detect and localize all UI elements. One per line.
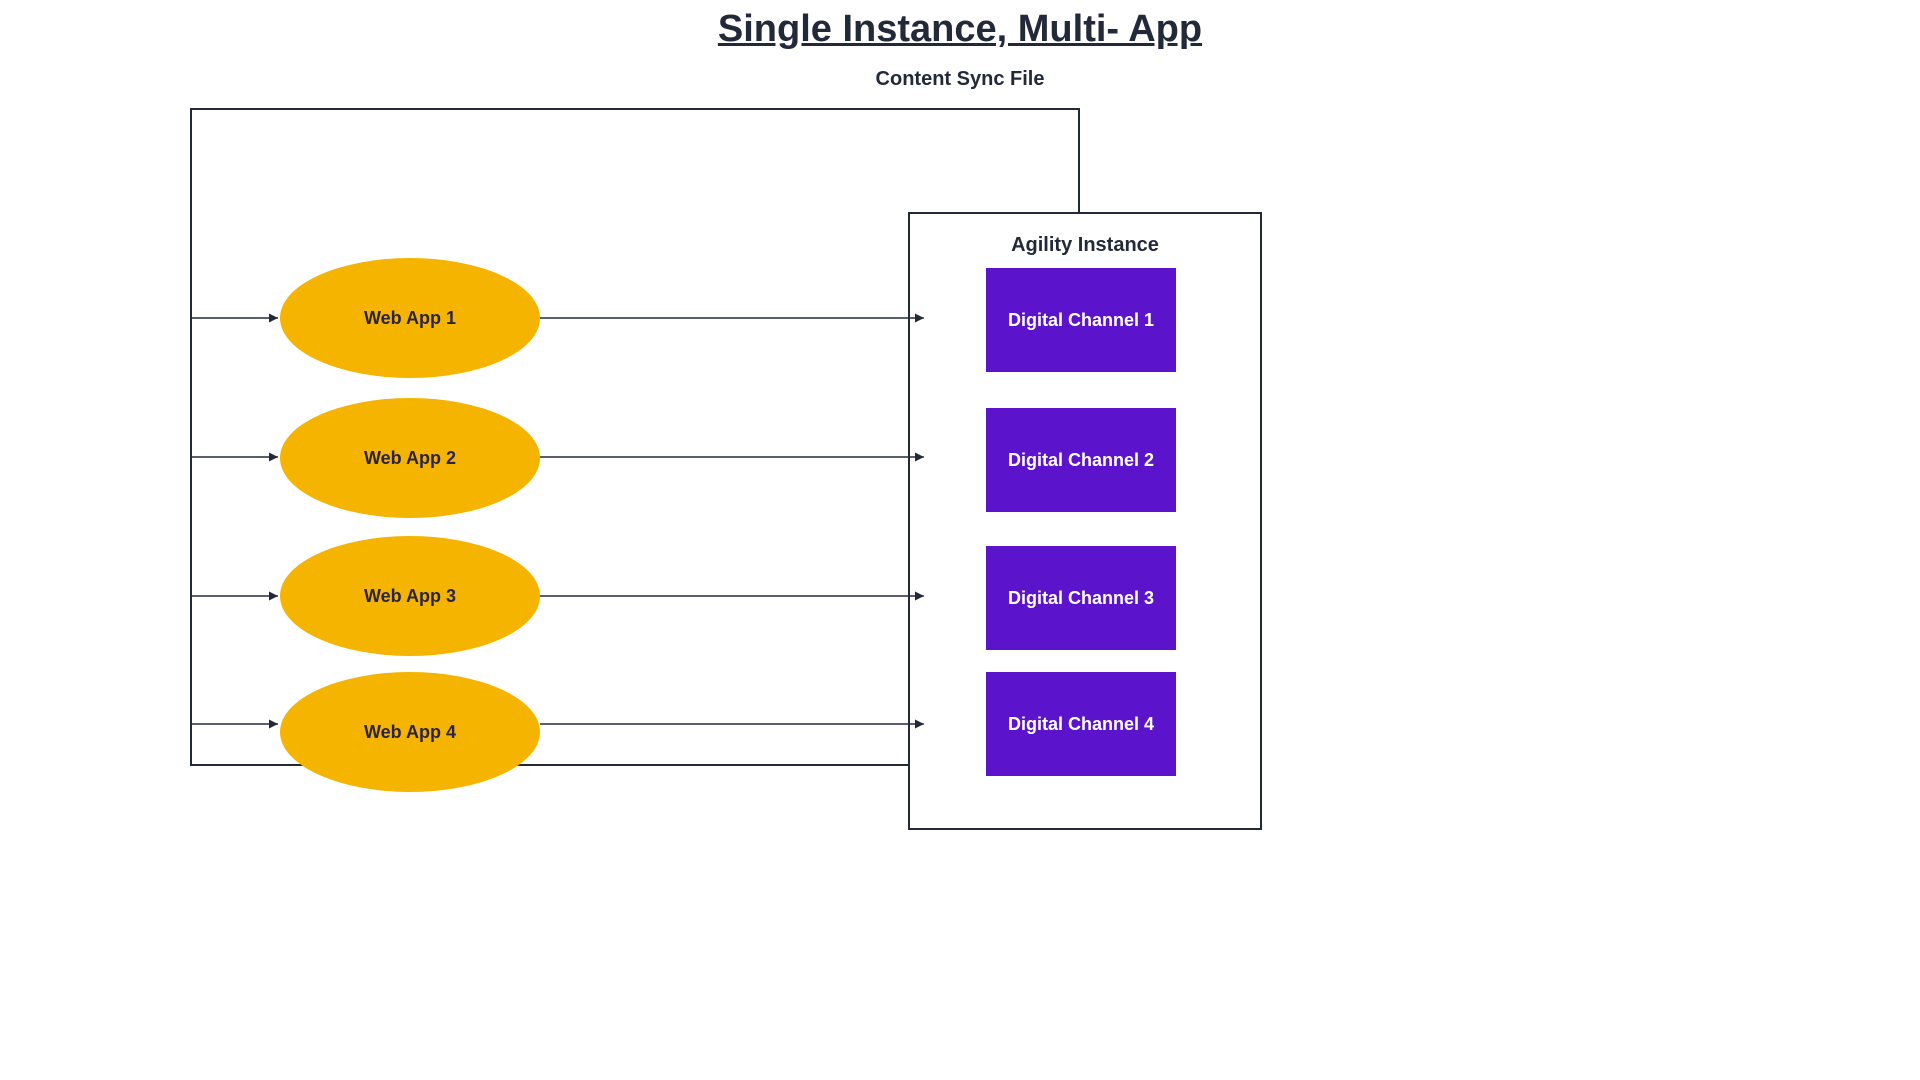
channel-label: Digital Channel 3 xyxy=(1008,588,1154,609)
webapp-node-3: Web App 3 xyxy=(280,536,540,656)
channel-node-2: Digital Channel 2 xyxy=(986,408,1176,512)
channel-node-4: Digital Channel 4 xyxy=(986,672,1176,776)
channel-label: Digital Channel 1 xyxy=(1008,310,1154,331)
diagram-stage: Single Instance, Multi- App Content Sync… xyxy=(0,0,1920,1080)
instance-title: Agility Instance xyxy=(910,234,1260,257)
webapp-label: Web App 3 xyxy=(364,586,456,607)
diagram-subtitle: Content Sync File xyxy=(0,68,1920,91)
channel-node-3: Digital Channel 3 xyxy=(986,546,1176,650)
webapp-node-2: Web App 2 xyxy=(280,398,540,518)
channel-node-1: Digital Channel 1 xyxy=(986,268,1176,372)
webapp-label: Web App 4 xyxy=(364,722,456,743)
webapp-label: Web App 1 xyxy=(364,308,456,329)
diagram-title: Single Instance, Multi- App xyxy=(0,8,1920,51)
channel-label: Digital Channel 4 xyxy=(1008,714,1154,735)
webapp-label: Web App 2 xyxy=(364,448,456,469)
channel-label: Digital Channel 2 xyxy=(1008,450,1154,471)
webapp-node-4: Web App 4 xyxy=(280,672,540,792)
webapp-node-1: Web App 1 xyxy=(280,258,540,378)
